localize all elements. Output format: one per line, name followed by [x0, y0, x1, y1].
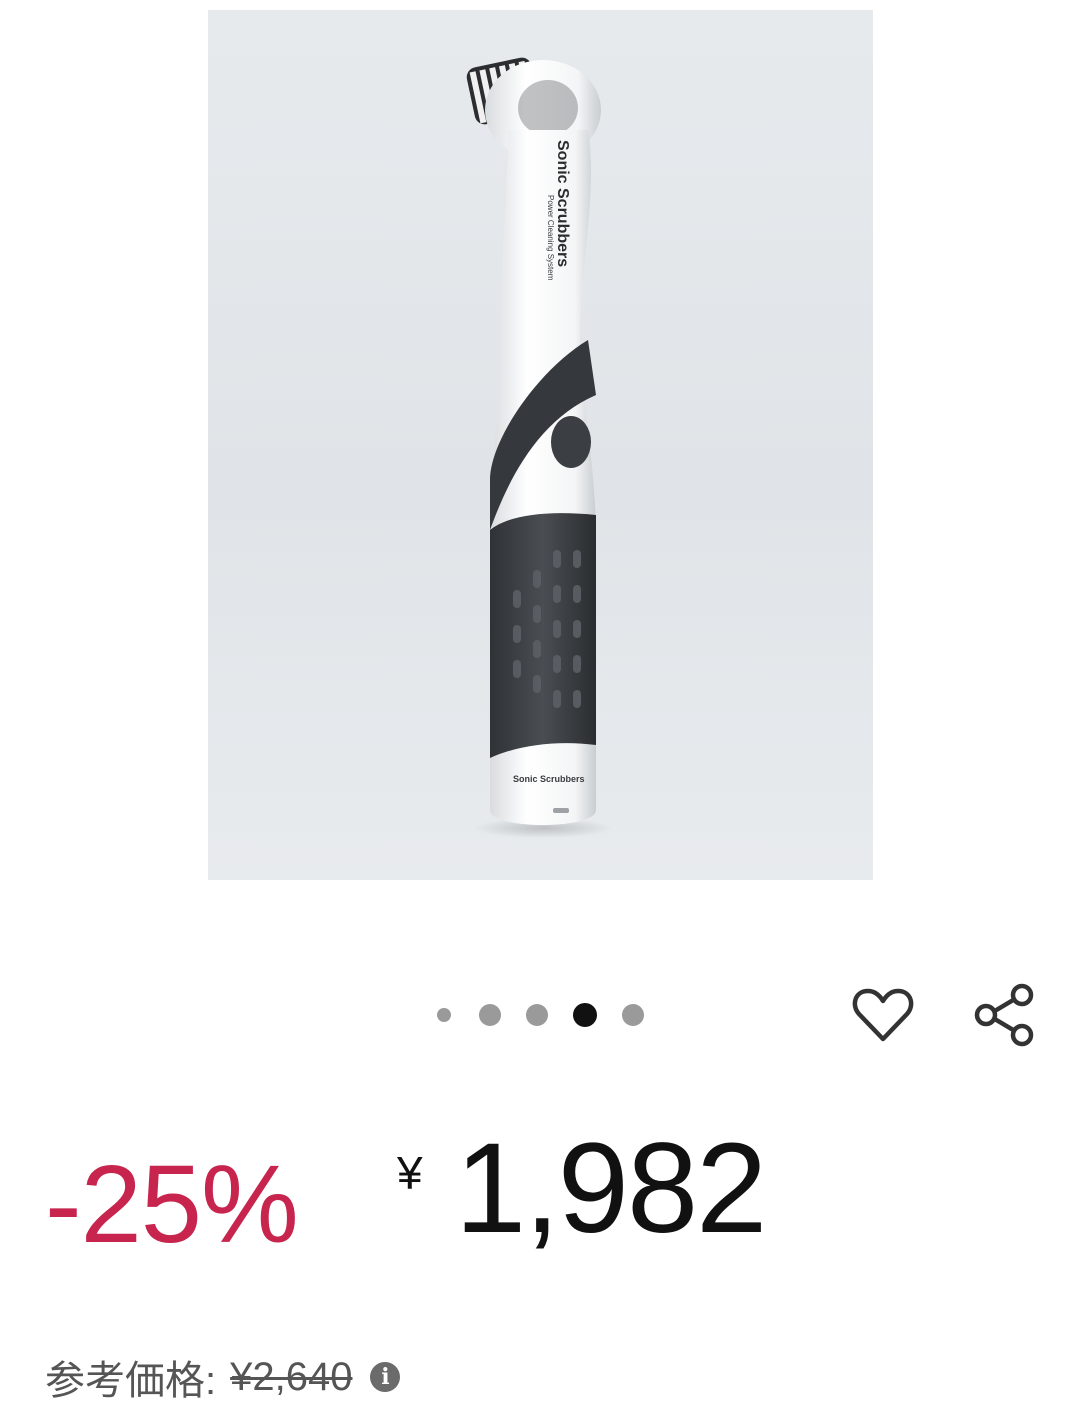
- base-logo-label: Sonic Scrubbers: [513, 774, 585, 784]
- share-icon: [974, 983, 1034, 1047]
- discount-percentage: -25%: [45, 1143, 299, 1266]
- carousel-dot-2[interactable]: [479, 1004, 501, 1026]
- heart-icon: [852, 988, 914, 1042]
- carousel-dot-3[interactable]: [526, 1004, 548, 1026]
- image-carousel-indicator: [437, 1003, 644, 1027]
- scrubber-illustration: Sonic Scrubbers Power Cleaning System So…: [466, 57, 613, 838]
- wishlist-button[interactable]: [850, 985, 916, 1045]
- info-icon[interactable]: i: [370, 1362, 401, 1392]
- price-amount: 1,982: [455, 1117, 767, 1260]
- price-currency-symbol: ¥: [397, 1147, 423, 1199]
- product-detail-page: Sonic Scrubbers Power Cleaning System So…: [0, 0, 1080, 1403]
- tagline-label: Power Cleaning System: [546, 195, 555, 281]
- list-price-label: 参考価格:: [45, 1359, 217, 1403]
- carousel-dot-1[interactable]: [437, 1008, 451, 1022]
- carousel-dot-5[interactable]: [622, 1004, 644, 1026]
- product-image[interactable]: Sonic Scrubbers Power Cleaning System So…: [208, 10, 873, 880]
- list-price-row: 参考価格: ¥2,640 i: [45, 1352, 401, 1403]
- carousel-dot-4-active[interactable]: [573, 1003, 597, 1027]
- list-price-value: ¥2,640: [230, 1354, 353, 1399]
- share-button[interactable]: [970, 982, 1040, 1048]
- brand-label: Sonic Scrubbers: [554, 140, 571, 267]
